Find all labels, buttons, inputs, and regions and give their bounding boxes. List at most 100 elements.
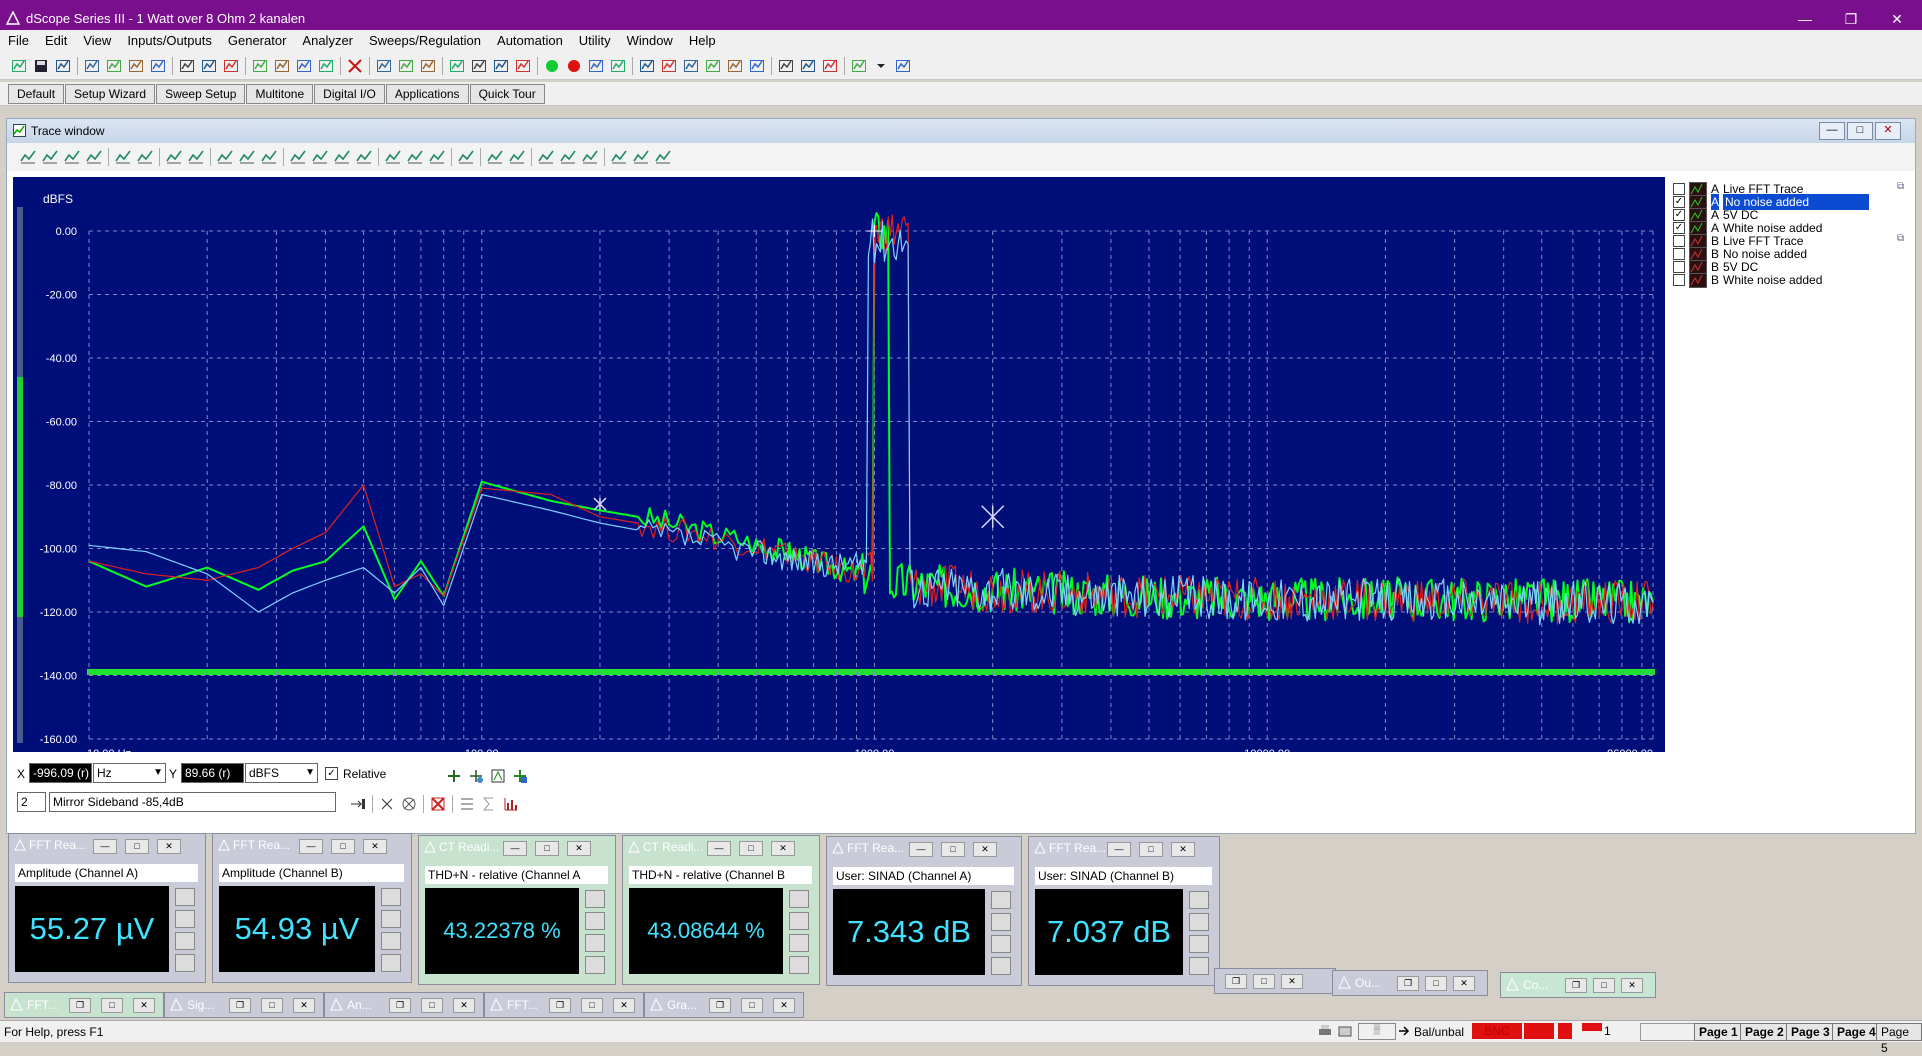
settings-icon[interactable] — [789, 912, 809, 930]
in1-icon[interactable] — [251, 57, 269, 75]
bars-icon[interactable] — [502, 795, 520, 813]
marker3-icon[interactable] — [581, 148, 599, 166]
scope-d-icon[interactable] — [514, 57, 532, 75]
scope-b-icon[interactable] — [470, 57, 488, 75]
sweep-setup-button[interactable]: Sweep Setup — [156, 84, 246, 104]
wave-a-icon[interactable] — [638, 57, 656, 75]
readout-header[interactable]: CT Readi... — □ ✕ — [623, 836, 819, 858]
close-icon[interactable]: ✕ — [453, 998, 475, 1013]
restore-icon[interactable]: ❐ — [549, 998, 571, 1013]
pin-icon[interactable]: ⧉ — [1897, 233, 1909, 244]
trace-wave2-icon[interactable] — [41, 148, 59, 166]
restore-icon[interactable]: ❐ — [709, 998, 731, 1013]
maximize-icon[interactable]: □ — [101, 998, 123, 1013]
settings-icon[interactable] — [585, 912, 605, 930]
pin-icon[interactable]: ⧉ — [1897, 181, 1909, 192]
script-c-icon[interactable] — [821, 57, 839, 75]
restore-icon[interactable]: ❐ — [1565, 978, 1587, 993]
gen-b-icon[interactable] — [200, 57, 218, 75]
resolution-icon[interactable] — [175, 888, 195, 906]
add-marker-icon[interactable] — [445, 767, 463, 785]
minimized-window-co[interactable]: Co... ❐ □ ✕ — [1500, 972, 1656, 998]
sum-icon[interactable] — [480, 795, 498, 813]
list-icon[interactable] — [458, 795, 476, 813]
menu-generator[interactable]: Generator — [220, 30, 295, 48]
menu-analyzer[interactable]: Analyzer — [294, 30, 361, 48]
close-icon[interactable]: ✕ — [157, 839, 181, 854]
close-icon[interactable]: ✕ — [1281, 974, 1303, 989]
scale3-icon[interactable] — [428, 148, 446, 166]
trace-maximize-button[interactable]: □ — [1847, 122, 1873, 140]
close-icon[interactable]: ✕ — [567, 841, 591, 856]
graph-icon[interactable] — [114, 148, 132, 166]
minimized-window[interactable]: Gra... ❐ □ ✕ — [644, 992, 804, 1018]
maximize-icon[interactable]: □ — [1139, 842, 1163, 857]
page-4-button[interactable]: Page 4 — [1832, 1023, 1881, 1041]
minimize-icon[interactable]: — — [707, 841, 731, 856]
marker-text-field[interactable]: Mirror Sideband -85,4dB — [49, 792, 336, 812]
maximize-icon[interactable]: □ — [1253, 974, 1275, 989]
log-icon[interactable] — [381, 932, 401, 950]
readout-header[interactable]: FFT Rea... — □ ✕ — [9, 834, 205, 856]
menu-edit[interactable]: Edit — [37, 30, 75, 48]
chevron-down-icon[interactable] — [872, 57, 890, 75]
analyzer-b-icon[interactable] — [397, 57, 415, 75]
close-icon[interactable]: ✕ — [1453, 976, 1475, 991]
minimized-window-ou[interactable]: Ou... ❐ □ ✕ — [1332, 970, 1488, 996]
edit-icon[interactable] — [165, 148, 183, 166]
trace-b-icon[interactable] — [632, 148, 650, 166]
close-icon[interactable]: ✕ — [973, 842, 997, 857]
marker-peak-icon[interactable] — [489, 767, 507, 785]
maximize-icon[interactable]: □ — [331, 839, 355, 854]
readout-header[interactable]: FFT Rea... — □ ✕ — [827, 837, 1021, 859]
close-icon[interactable]: ✕ — [1621, 978, 1643, 993]
menu-sweeps-regulation[interactable]: Sweeps/Regulation — [361, 30, 489, 48]
legend-checkbox[interactable] — [1673, 274, 1685, 286]
maximize-icon[interactable]: □ — [535, 841, 559, 856]
y-value-field[interactable]: 89.66 (r) — [181, 763, 244, 783]
legend-item[interactable]: B White noise added — [1673, 272, 1901, 288]
quick-tour-button[interactable]: Quick Tour — [469, 84, 545, 104]
marker-index-field[interactable]: 2 — [17, 792, 46, 812]
maximize-icon[interactable]: □ — [741, 998, 763, 1013]
sweep-b-icon[interactable] — [609, 57, 627, 75]
out1-icon[interactable] — [83, 57, 101, 75]
zoom-x-icon[interactable] — [216, 148, 234, 166]
resolution-icon[interactable] — [991, 891, 1011, 909]
readout-panel[interactable]: CT Readi... — □ ✕ THD+N - relative (Channel … — [418, 835, 616, 985]
readout-label[interactable]: User: SINAD (Channel A) — [833, 867, 1014, 885]
relative-checkbox[interactable]: ✓ — [325, 767, 338, 780]
close-icon[interactable]: ✕ — [773, 998, 795, 1013]
trace-copy-icon[interactable] — [85, 148, 103, 166]
restore-icon[interactable]: ❐ — [229, 998, 251, 1013]
stop-icon[interactable] — [346, 57, 364, 75]
marker-find-icon[interactable] — [511, 767, 529, 785]
wave-d-icon[interactable] — [704, 57, 722, 75]
save-as-icon[interactable] — [54, 57, 72, 75]
out3-icon[interactable] — [127, 57, 145, 75]
scale2-icon[interactable] — [406, 148, 424, 166]
y-unit-select[interactable]: dBFS ▼ — [245, 763, 318, 783]
restore-icon[interactable]: ❐ — [1397, 976, 1419, 991]
scale1-icon[interactable] — [384, 148, 402, 166]
run-green-icon[interactable] — [543, 57, 561, 75]
limits-icon[interactable] — [789, 956, 809, 974]
record-red-icon[interactable] — [565, 57, 583, 75]
report-icon[interactable] — [850, 57, 868, 75]
marker-move-icon[interactable] — [467, 767, 485, 785]
marker-delete-icon[interactable] — [378, 795, 396, 813]
readout-header[interactable]: CT Readi... — □ ✕ — [419, 836, 615, 858]
limits-icon[interactable] — [1189, 957, 1209, 975]
limits-icon[interactable] — [381, 954, 401, 972]
close-icon[interactable]: ✕ — [771, 841, 795, 856]
scope-icon[interactable] — [448, 57, 466, 75]
out2-icon[interactable] — [105, 57, 123, 75]
readout-label[interactable]: Amplitude (Channel B) — [219, 864, 404, 882]
menu-automation[interactable]: Automation — [489, 30, 571, 48]
page-3-button[interactable]: Page 3 — [1786, 1023, 1835, 1041]
menu-file[interactable]: File — [0, 30, 37, 48]
maximize-icon[interactable]: □ — [941, 842, 965, 857]
readout-label[interactable]: User: SINAD (Channel B) — [1035, 867, 1212, 885]
scope-c-icon[interactable] — [492, 57, 510, 75]
minimize-icon[interactable]: — — [299, 839, 323, 854]
